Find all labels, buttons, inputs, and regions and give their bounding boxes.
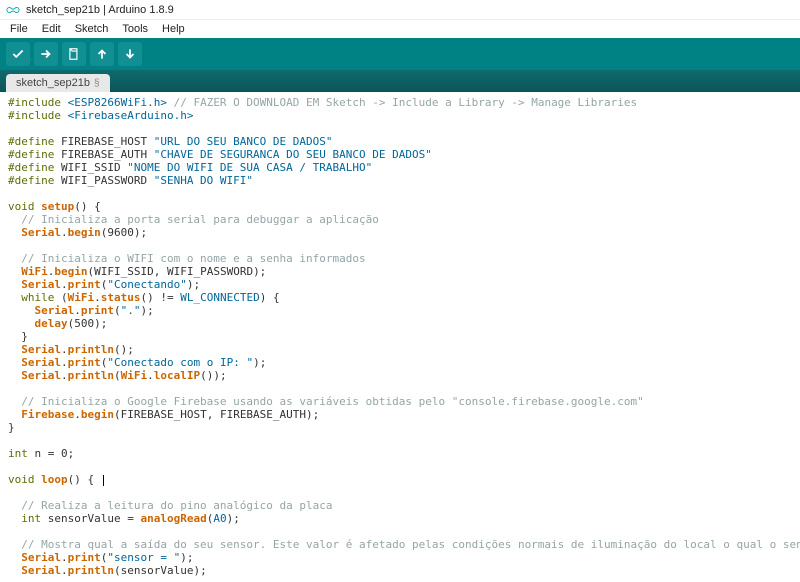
verify-button[interactable] [6,42,30,66]
tab-bar: sketch_sep21b § [0,70,800,92]
upload-button[interactable] [34,42,58,66]
tab-sketch[interactable]: sketch_sep21b § [6,74,110,92]
arrow-right-icon [39,47,53,61]
menu-file[interactable]: File [4,22,34,36]
window-title: sketch_sep21b | Arduino 1.8.9 [26,4,174,16]
new-button[interactable] [62,42,86,66]
menu-tools[interactable]: Tools [116,22,154,36]
new-file-icon [67,47,81,61]
check-icon [11,47,25,61]
menu-sketch[interactable]: Sketch [69,22,115,36]
tab-modified-indicator: § [94,78,100,89]
menu-help[interactable]: Help [156,22,191,36]
menu-bar: File Edit Sketch Tools Help [0,20,800,38]
arrow-down-icon [123,47,137,61]
arduino-app-icon [6,3,20,17]
title-bar: sketch_sep21b | Arduino 1.8.9 [0,0,800,20]
code-editor[interactable]: #include <ESP8266WiFi.h> // FAZER O DOWN… [0,92,800,582]
save-button[interactable] [118,42,142,66]
menu-edit[interactable]: Edit [36,22,67,36]
tab-label: sketch_sep21b [16,77,90,89]
toolbar [0,38,800,70]
arrow-up-icon [95,47,109,61]
open-button[interactable] [90,42,114,66]
